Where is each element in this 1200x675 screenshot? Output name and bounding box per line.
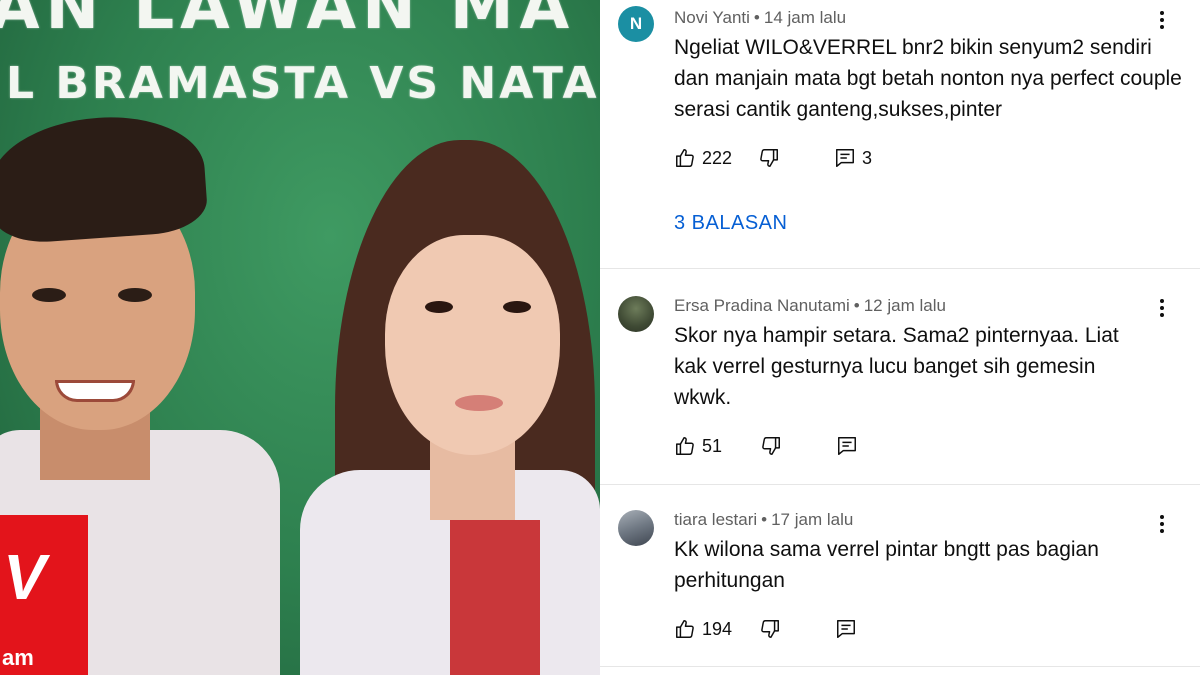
- thumbnail-headline-bottom: L BRAMASTA VS NATASHA: [6, 58, 600, 109]
- reply-button[interactable]: 3: [834, 147, 872, 169]
- reply-count: 3: [862, 147, 873, 168]
- comment-actions: 51: [674, 432, 858, 460]
- comment-actions: 222 3: [674, 144, 872, 172]
- comment-icon: [836, 149, 855, 167]
- thumbs-up-icon: [676, 437, 694, 455]
- female-figure-top: [450, 520, 540, 675]
- thumbs-down-icon: [760, 149, 779, 167]
- reply-button[interactable]: [836, 435, 858, 457]
- reply-button[interactable]: [835, 618, 857, 640]
- channel-logo-text: am: [2, 645, 34, 670]
- comment-text: Kk wilona sama verrel pintar bngtt pas b…: [674, 538, 1099, 592]
- comment-author[interactable]: Novi Yanti: [674, 8, 750, 27]
- comment-meta: tiara lestari • 17 jam lalu: [674, 510, 853, 530]
- comment-actions: 194: [674, 615, 857, 643]
- comment-text: Ngeliat WILO&VERREL bnr2 bikin senyum2 s…: [674, 36, 1182, 121]
- dislike-button[interactable]: [758, 147, 780, 169]
- dislike-button[interactable]: [759, 618, 781, 640]
- comment-text: Skor nya hampir setara. Sama2 pinternyaa…: [674, 324, 1119, 409]
- like-button[interactable]: 194: [674, 618, 732, 640]
- comment-time[interactable]: 17 jam lalu: [771, 510, 853, 529]
- like-count: 51: [702, 435, 723, 456]
- female-figure-lips: [455, 395, 503, 411]
- thumbs-down-icon: [762, 437, 781, 455]
- male-figure-smile: [55, 380, 135, 402]
- meta-separator: •: [753, 8, 760, 27]
- more-vert-icon[interactable]: [1150, 512, 1174, 536]
- female-figure-face: [385, 235, 560, 455]
- thumbs-up-icon: [676, 149, 694, 167]
- comments-section: N Novi Yanti • 14 jam lalu Ngeliat WILO&VE…: [600, 0, 1200, 675]
- comment-author[interactable]: tiara lestari: [674, 510, 757, 529]
- like-count: 194: [702, 618, 733, 639]
- avatar[interactable]: N: [618, 6, 654, 42]
- thumbs-up-icon: [676, 620, 694, 638]
- comment-meta: Novi Yanti • 14 jam lalu: [674, 8, 846, 28]
- comment-meta: Ersa Pradina Nanutami • 12 jam lalu: [674, 296, 946, 316]
- more-vert-icon[interactable]: [1150, 8, 1174, 32]
- comment-divider: [600, 484, 1200, 485]
- comment-time[interactable]: 14 jam lalu: [764, 8, 846, 27]
- like-count: 222: [702, 147, 733, 168]
- thumbnail-headline-top: AN LAWAN MA: [0, 0, 576, 44]
- dislike-button[interactable]: [760, 435, 782, 457]
- comment-author[interactable]: Ersa Pradina Nanutami: [674, 296, 850, 315]
- male-figure-hair: [0, 110, 209, 246]
- avatar[interactable]: [618, 510, 654, 546]
- comment-time[interactable]: 12 jam lalu: [864, 296, 946, 315]
- comment-icon: [837, 620, 856, 638]
- comment-divider: [600, 666, 1200, 667]
- video-thumbnail[interactable]: AN LAWAN MA L BRAMASTA VS NATASHA V am: [0, 0, 600, 675]
- like-button[interactable]: 51: [674, 435, 722, 457]
- comment-icon: [838, 437, 857, 455]
- meta-separator: •: [761, 510, 768, 529]
- comment-divider: [600, 268, 1200, 269]
- meta-separator: •: [853, 296, 860, 315]
- avatar[interactable]: [618, 296, 654, 332]
- more-vert-icon[interactable]: [1150, 296, 1174, 320]
- like-button[interactable]: 222: [674, 147, 732, 169]
- thumbs-down-icon: [761, 620, 780, 638]
- view-replies-link[interactable]: 3 BALASAN: [674, 212, 787, 235]
